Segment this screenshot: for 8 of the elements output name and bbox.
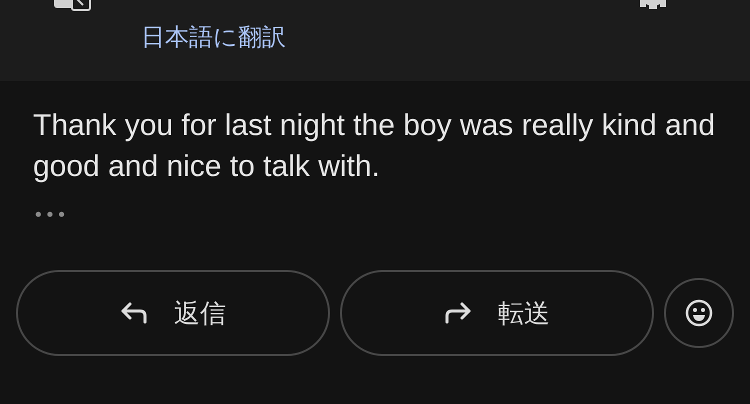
more-dots[interactable]: ••• [33, 205, 68, 226]
message-text: Thank you for last night the boy was really kind and good and nice to talk with. [33, 108, 716, 185]
reply-arrow-icon [120, 301, 148, 325]
translate-link[interactable]: 日本語に翻訳 [141, 21, 286, 53]
forward-arrow-icon [444, 301, 472, 325]
reply-button[interactable]: 返信 [16, 270, 330, 356]
forward-button[interactable]: 転送 [340, 270, 654, 356]
smiley-icon [685, 299, 713, 327]
